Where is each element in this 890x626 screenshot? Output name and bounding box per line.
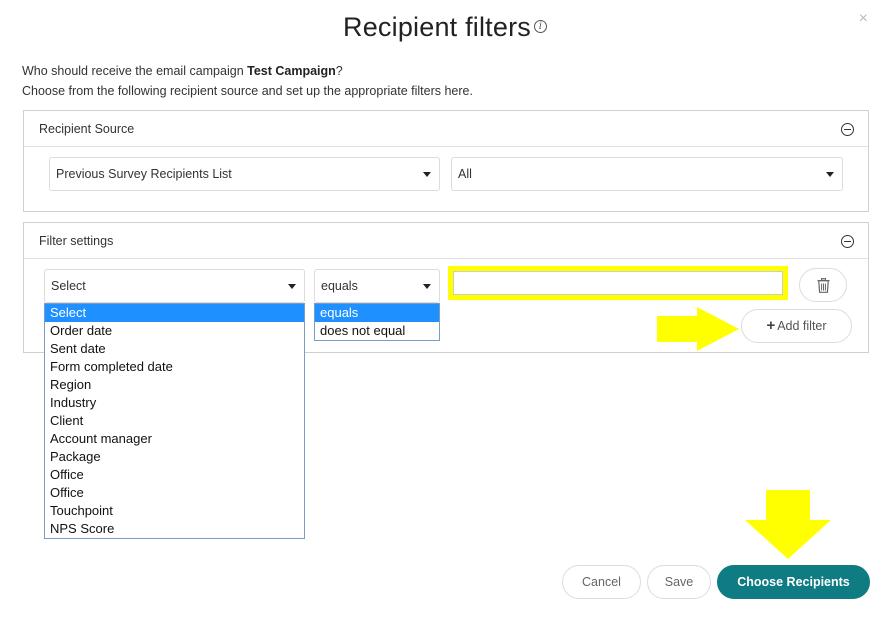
arrow-right-icon: [657, 307, 739, 351]
recipient-source-heading: Recipient Source: [39, 122, 135, 136]
save-button[interactable]: Save: [647, 565, 711, 599]
dialog-title-text: Recipient filters: [343, 12, 531, 42]
field-option[interactable]: Region: [45, 376, 304, 394]
field-dropdown-list: Select Order date Sent date Form completed …: [44, 303, 305, 539]
operator-option[interactable]: equals: [315, 304, 439, 322]
recipient-filters-dialog: Recipient filters i × Who should receive …: [0, 0, 890, 626]
operator-select[interactable]: equals: [314, 269, 440, 303]
filter-value-input[interactable]: [453, 271, 783, 295]
field-option[interactable]: NPS Score: [45, 520, 304, 538]
field-select[interactable]: Select: [44, 269, 305, 303]
operator-dropdown-list: equals does not equal: [314, 303, 440, 341]
filter-settings-header: Filter settings: [24, 223, 868, 259]
field-option[interactable]: Order date: [45, 322, 304, 340]
field-option[interactable]: Office: [45, 466, 304, 484]
filter-settings-heading: Filter settings: [39, 234, 114, 248]
source-select[interactable]: Previous Survey Recipients List: [49, 157, 440, 191]
operator-select-value: equals: [321, 279, 358, 293]
field-option[interactable]: Touchpoint: [45, 502, 304, 520]
field-option[interactable]: Form completed date: [45, 358, 304, 376]
arrow-down-icon: [745, 490, 831, 559]
intro-line-1: Who should receive the email campaign Te…: [22, 61, 473, 81]
collapse-icon[interactable]: [841, 123, 854, 136]
field-option[interactable]: Select: [45, 304, 304, 322]
chevron-down-icon: [826, 172, 834, 177]
plus-icon: +: [766, 317, 776, 334]
close-icon[interactable]: ×: [859, 10, 868, 28]
field-select-value: Select: [51, 279, 86, 293]
recipient-source-header: Recipient Source: [24, 111, 868, 147]
cancel-button[interactable]: Cancel: [562, 565, 641, 599]
add-filter-label: Add filter: [777, 319, 827, 333]
field-option[interactable]: Package: [45, 448, 304, 466]
field-option[interactable]: Client: [45, 412, 304, 430]
scope-select-value: All: [458, 167, 472, 181]
trash-icon: [817, 278, 830, 293]
source-select-value: Previous Survey Recipients List: [56, 167, 232, 181]
field-option[interactable]: Account manager: [45, 430, 304, 448]
add-filter-button[interactable]: + Add filter: [741, 309, 852, 343]
intro-prefix: Who should receive the email campaign: [22, 64, 248, 78]
choose-recipients-button[interactable]: Choose Recipients: [717, 565, 870, 599]
chevron-down-icon: [288, 284, 296, 289]
field-option[interactable]: Office: [45, 484, 304, 502]
campaign-name: Test Campaign: [247, 64, 336, 78]
info-icon[interactable]: i: [533, 20, 547, 34]
chevron-down-icon: [423, 284, 431, 289]
intro-suffix: ?: [335, 64, 343, 78]
intro-text: Who should receive the email campaign Te…: [22, 61, 473, 101]
field-option[interactable]: Sent date: [45, 340, 304, 358]
filter-value-input-highlight: [448, 266, 788, 300]
intro-line-2: Choose from the following recipient sour…: [22, 84, 473, 98]
chevron-down-icon: [423, 172, 431, 177]
operator-option[interactable]: does not equal: [315, 322, 439, 340]
collapse-icon[interactable]: [841, 235, 854, 248]
field-option[interactable]: Industry: [45, 394, 304, 412]
delete-filter-button[interactable]: [799, 268, 847, 302]
scope-select[interactable]: All: [451, 157, 843, 191]
dialog-title: Recipient filters i: [0, 12, 890, 43]
